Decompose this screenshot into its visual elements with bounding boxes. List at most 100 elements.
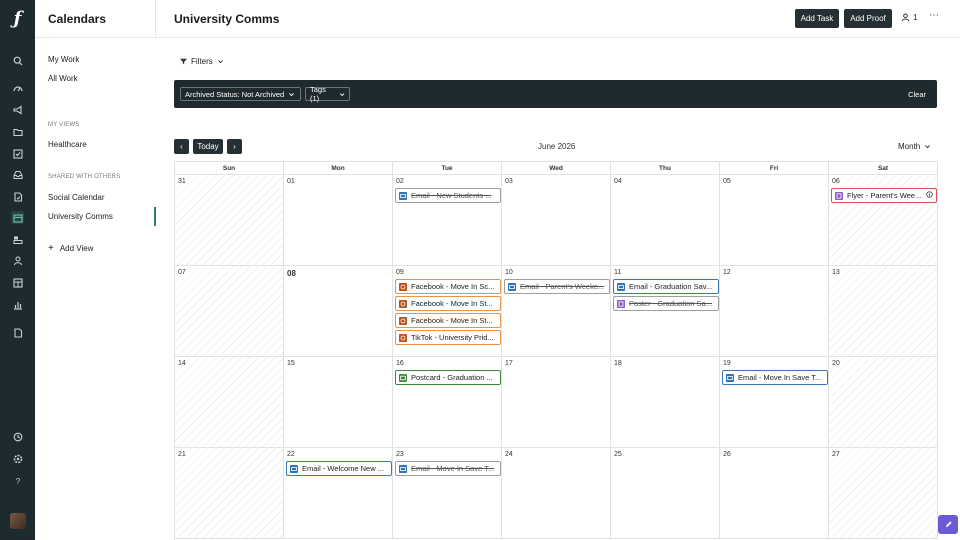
add-task-button[interactable]: Add Task: [795, 9, 839, 28]
megaphone-icon[interactable]: [11, 103, 24, 116]
date-number: 09: [396, 269, 404, 276]
page-header: University Comms Add Task Add Proof 1 ⋯: [156, 0, 960, 38]
clear-filters-button[interactable]: Clear: [908, 90, 926, 99]
day-cell[interactable]: 25: [611, 448, 720, 539]
day-cell[interactable]: 21: [175, 448, 284, 539]
folder-icon[interactable]: [11, 125, 24, 138]
today-button[interactable]: Today: [193, 139, 223, 154]
help-chat-button[interactable]: [938, 515, 958, 534]
chart-icon[interactable]: [11, 298, 24, 311]
day-cell[interactable]: 01: [284, 175, 393, 266]
date-number: 26: [723, 451, 731, 458]
document-icon[interactable]: [11, 326, 24, 339]
search-icon[interactable]: [11, 54, 24, 67]
filters-toggle[interactable]: Filters: [180, 57, 224, 66]
table-icon[interactable]: [11, 276, 24, 289]
date-number: 06: [832, 178, 840, 185]
event-label: Email - Graduation Sav...: [629, 282, 713, 291]
calendar-event[interactable]: Postcard - Graduation ...: [395, 370, 501, 385]
settings-icon[interactable]: [11, 452, 24, 465]
day-cell[interactable]: 04: [611, 175, 720, 266]
app-logo[interactable]: ƒ: [0, 0, 35, 36]
calendar-grid: Sun Mon Tue Wed Thu Fri Sat 31 01 02 03 04 05 06 07 08…: [174, 161, 938, 540]
svg-text:?: ?: [15, 477, 20, 486]
calendar-icon[interactable]: [11, 211, 24, 224]
inbox-icon[interactable]: [11, 168, 24, 181]
day-cell[interactable]: 18: [611, 357, 720, 448]
day-cell[interactable]: 07: [175, 266, 284, 357]
date-number: 19: [723, 360, 731, 367]
sidebar-item-my-work[interactable]: My Work: [48, 54, 79, 66]
shared-heading: SHARED WITH OTHERS: [48, 174, 121, 180]
calendar-event[interactable]: Facebook - Move In St...: [395, 313, 501, 328]
day-cell[interactable]: 15: [284, 357, 393, 448]
day-cell[interactable]: 12: [720, 266, 829, 357]
day-cell[interactable]: 24: [502, 448, 611, 539]
sidebar-item-healthcare[interactable]: Healthcare: [48, 139, 87, 151]
event-label: Flyer - Parent's Wee...: [847, 191, 922, 200]
prev-month-button[interactable]: ‹: [174, 139, 189, 154]
calendar-event[interactable]: Email - Move In Save T...: [722, 370, 828, 385]
archived-status-filter[interactable]: Archived Status: Not Archived: [180, 87, 301, 101]
weekday-tue: Tue: [393, 162, 502, 175]
date-number: 07: [178, 269, 186, 276]
view-mode-select[interactable]: Month: [898, 142, 931, 151]
day-cell[interactable]: 31: [175, 175, 284, 266]
day-cell[interactable]: 17: [502, 357, 611, 448]
weekday-wed: Wed: [502, 162, 611, 175]
member-count: 1: [913, 13, 918, 22]
filters-label: Filters: [191, 57, 213, 66]
social-task-icon: [399, 282, 407, 291]
active-indicator: [154, 207, 156, 226]
sidebar-title: Calendars: [48, 12, 107, 26]
day-cell[interactable]: 05: [720, 175, 829, 266]
workload-icon[interactable]: [11, 233, 24, 246]
sidebar-item-all-work[interactable]: All Work: [48, 73, 78, 85]
user-icon[interactable]: [11, 254, 24, 267]
info-icon[interactable]: [926, 191, 936, 200]
calendar-event[interactable]: Facebook - Move In Sc...: [395, 279, 501, 294]
calendar-event[interactable]: Email - Parent's Weeke...: [504, 279, 610, 294]
members-button[interactable]: 1: [901, 13, 917, 22]
tags-label: Tags (1): [310, 85, 326, 103]
pen-icon: [945, 521, 952, 528]
calendar-event[interactable]: Facebook - Move In St...: [395, 296, 501, 311]
sidebar-item-university-comms[interactable]: University Comms: [48, 211, 113, 223]
next-month-button[interactable]: ›: [227, 139, 242, 154]
day-cell[interactable]: 26: [720, 448, 829, 539]
date-number: 11: [614, 269, 622, 276]
event-label: Email - New Students ...: [411, 191, 492, 200]
day-cell[interactable]: 20: [829, 357, 938, 448]
weekday-thu: Thu: [611, 162, 720, 175]
calendar-event[interactable]: Email - Graduation Sav...: [613, 279, 719, 294]
calendar-event[interactable]: Email - Move In Save T...: [395, 461, 501, 476]
avatar[interactable]: [10, 513, 26, 529]
my-views-heading: MY VIEWS: [48, 122, 80, 128]
filter-bar: Archived Status: Not Archived Tags (1) C…: [174, 80, 937, 108]
calendar-event[interactable]: Flyer - Parent's Wee...: [831, 188, 937, 203]
clock-icon[interactable]: [11, 430, 24, 443]
day-cell[interactable]: 13: [829, 266, 938, 357]
day-cell[interactable]: 03: [502, 175, 611, 266]
date-number: 03: [505, 178, 513, 185]
calendar-event[interactable]: Email - New Students ...: [395, 188, 501, 203]
dashboard-icon[interactable]: [11, 82, 24, 95]
day-cell[interactable]: 08: [284, 266, 393, 357]
add-proof-button[interactable]: Add Proof: [844, 9, 892, 28]
event-label: Email - Move In Save T...: [738, 373, 822, 382]
checklist-icon[interactable]: [11, 147, 24, 160]
more-options-button[interactable]: ⋯: [929, 10, 940, 21]
today-date-number: 08: [287, 269, 296, 278]
help-icon[interactable]: ?: [11, 474, 24, 487]
calendar-event[interactable]: Email - Welcome New ...: [286, 461, 392, 476]
sidebar-item-social-calendar[interactable]: Social Calendar: [48, 192, 104, 204]
tags-filter[interactable]: Tags (1): [305, 85, 350, 103]
calendar-event[interactable]: Poster - Graduation Sa...: [613, 296, 719, 311]
day-cell[interactable]: 14: [175, 357, 284, 448]
date-number: 21: [178, 451, 186, 458]
calendar-event[interactable]: TikTok - University Prid...: [395, 330, 501, 345]
day-cell[interactable]: 27: [829, 448, 938, 539]
proof-icon[interactable]: [11, 190, 24, 203]
app-rail: ƒ ?: [0, 0, 35, 540]
add-view-button[interactable]: + Add View: [48, 243, 94, 253]
